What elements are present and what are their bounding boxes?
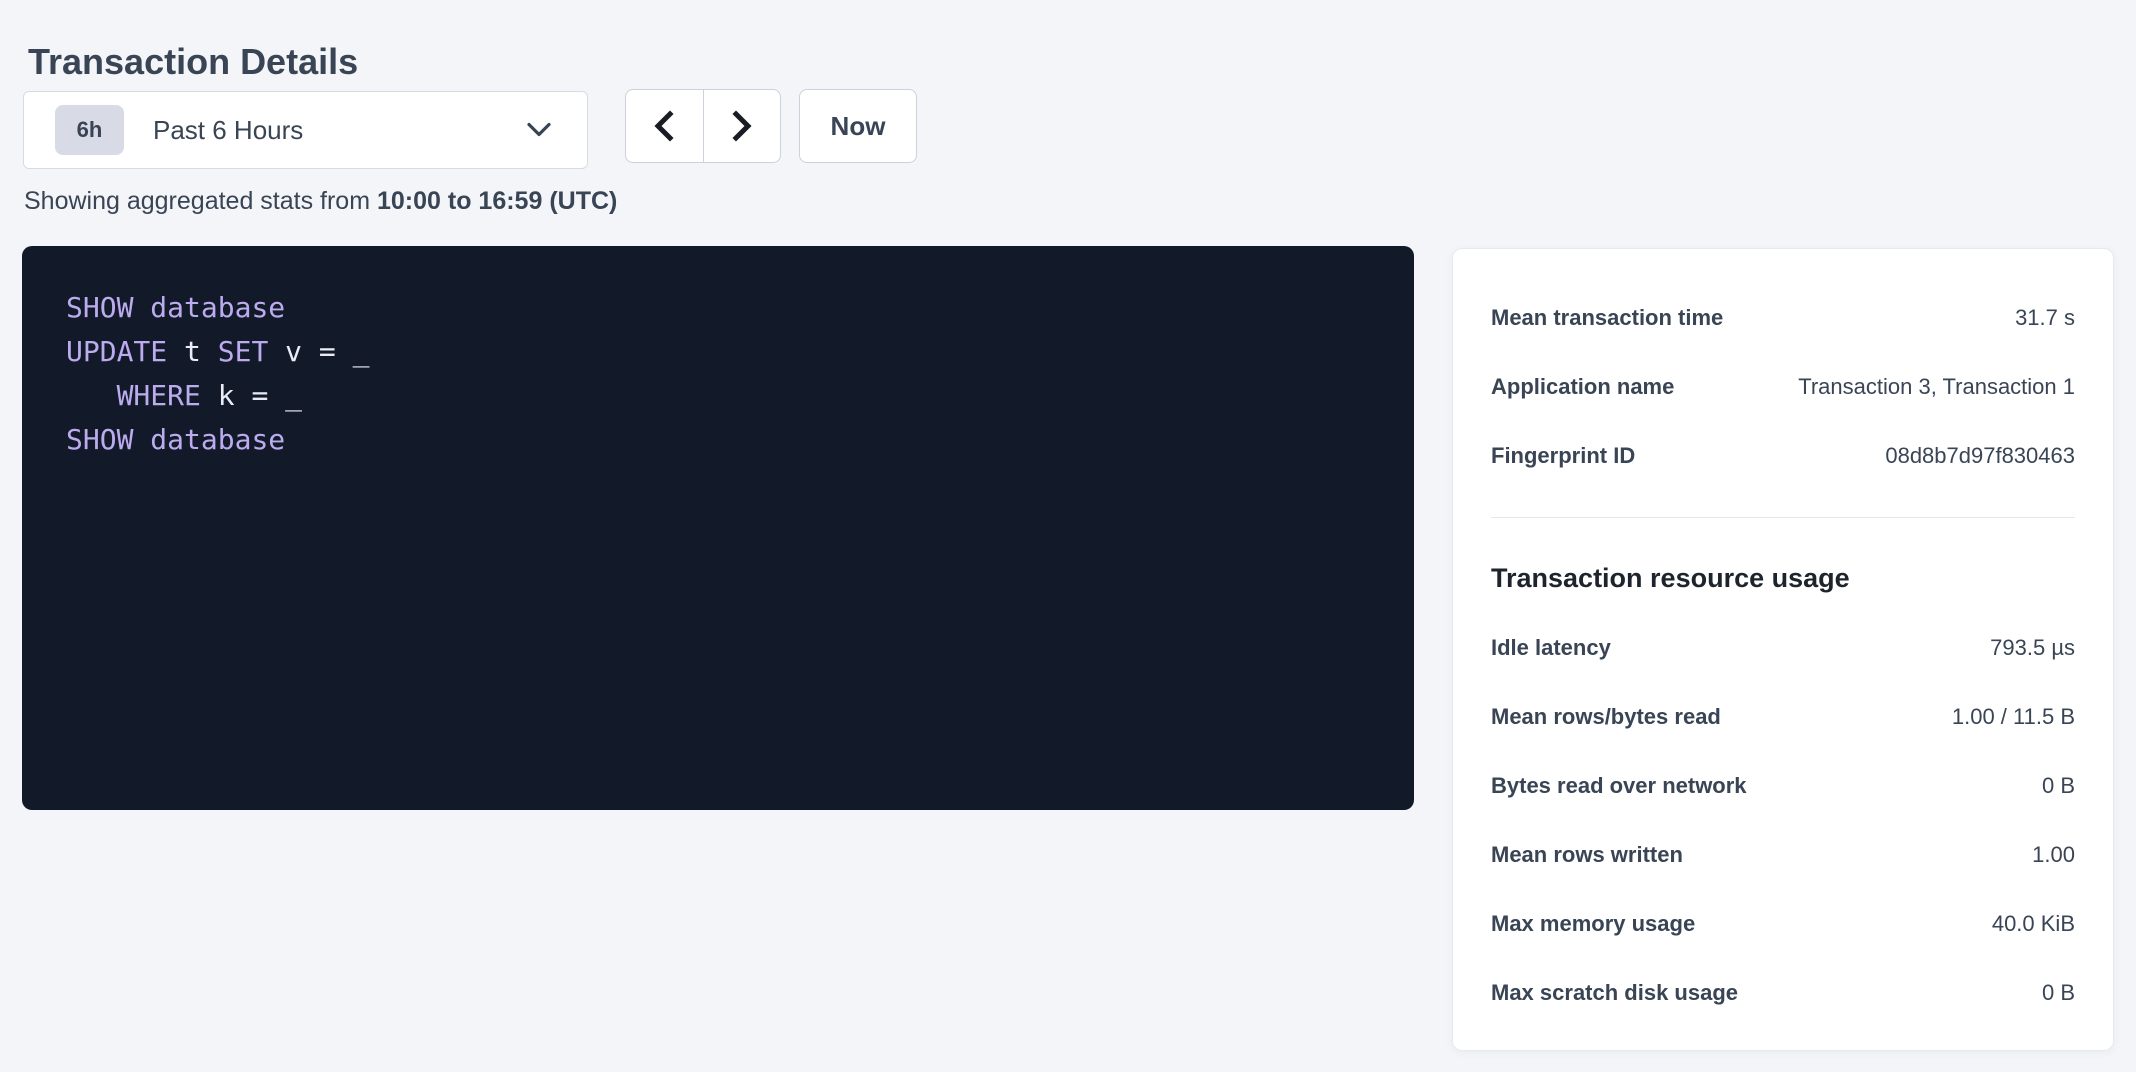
stat-label: Application name xyxy=(1491,374,1674,400)
stat-row-application-name: Application name Transaction 3, Transact… xyxy=(1491,352,2075,421)
sql-token: = _ xyxy=(319,335,370,368)
sql-line: WHERE k = _ xyxy=(66,374,1370,418)
sql-line: SHOW database xyxy=(66,418,1370,462)
sql-token: t xyxy=(184,335,218,368)
sql-token: v xyxy=(285,335,319,368)
stat-row-mean-transaction-time: Mean transaction time 31.7 s xyxy=(1491,283,2075,352)
stat-row-fingerprint-id: Fingerprint ID 08d8b7d97f830463 xyxy=(1491,421,2075,490)
stat-value: 1.00 xyxy=(2032,842,2075,868)
sql-token: k xyxy=(218,379,252,412)
chevron-right-icon xyxy=(729,110,755,142)
stat-row-max-scratch-disk-usage: Max scratch disk usage 0 B xyxy=(1491,958,2075,1027)
sql-token: SHOW xyxy=(66,291,150,324)
stat-value: 0 B xyxy=(2042,773,2075,799)
caption-time-range: 10:00 to 16:59 (UTC) xyxy=(377,187,617,215)
stat-row-mean-rows-written: Mean rows written 1.00 xyxy=(1491,820,2075,889)
chevron-down-icon xyxy=(527,123,551,138)
stat-row-mean-rows-bytes-read: Mean rows/bytes read 1.00 / 11.5 B xyxy=(1491,682,2075,751)
stat-value: 31.7 s xyxy=(2015,305,2075,331)
stat-value: 793.5 µs xyxy=(1990,635,2075,661)
sql-token: WHERE xyxy=(117,379,218,412)
sql-token: database xyxy=(150,291,285,324)
stat-label: Mean transaction time xyxy=(1491,305,1723,331)
previous-time-window-button[interactable] xyxy=(626,90,704,162)
aggregated-stats-caption: Showing aggregated stats from 10:00 to 1… xyxy=(24,187,617,216)
sql-line: UPDATE t SET v = _ xyxy=(66,330,1370,374)
stat-label: Mean rows/bytes read xyxy=(1491,704,1721,730)
sql-token: UPDATE xyxy=(66,335,184,368)
now-button[interactable]: Now xyxy=(799,89,917,163)
time-range-label: Past 6 Hours xyxy=(153,115,303,146)
stat-label: Mean rows written xyxy=(1491,842,1683,868)
stat-label: Bytes read over network xyxy=(1491,773,1747,799)
next-time-window-button[interactable] xyxy=(704,90,781,162)
page-title: Transaction Details xyxy=(28,40,358,83)
stat-label: Fingerprint ID xyxy=(1491,443,1635,469)
resource-usage-heading: Transaction resource usage xyxy=(1491,562,2075,594)
sql-line: SHOW database xyxy=(66,286,1370,330)
transaction-details-page: Transaction Details 6h Past 6 Hours xyxy=(0,0,2136,1072)
stat-row-idle-latency: Idle latency 793.5 µs xyxy=(1491,613,2075,682)
sql-token: SET xyxy=(218,335,285,368)
stat-row-bytes-read-over-network: Bytes read over network 0 B xyxy=(1491,751,2075,820)
stat-value: 40.0 KiB xyxy=(1992,911,2075,937)
time-range-dropdown[interactable]: 6h Past 6 Hours xyxy=(23,91,588,169)
stat-value: 0 B xyxy=(2042,980,2075,1006)
caption-prefix: Showing aggregated stats from xyxy=(24,187,370,215)
sql-token: database xyxy=(150,423,285,456)
sql-token xyxy=(66,379,117,412)
stat-value: 08d8b7d97f830463 xyxy=(1885,443,2075,469)
stat-row-max-memory-usage: Max memory usage 40.0 KiB xyxy=(1491,889,2075,958)
time-range-badge: 6h xyxy=(55,105,124,155)
time-window-nav-group xyxy=(625,89,781,163)
sql-token: = _ xyxy=(251,379,302,412)
stat-label: Max scratch disk usage xyxy=(1491,980,1738,1006)
stat-label: Idle latency xyxy=(1491,635,1611,661)
stat-value: 1.00 / 11.5 B xyxy=(1952,704,2075,730)
stat-value: Transaction 3, Transaction 1 xyxy=(1798,374,2075,400)
sql-statement-box: SHOW database UPDATE t SET v = _ WHERE k… xyxy=(22,246,1414,810)
chevron-left-icon xyxy=(651,110,677,142)
card-divider xyxy=(1491,517,2075,518)
sql-token: SHOW xyxy=(66,423,150,456)
transaction-details-card: Mean transaction time 31.7 s Application… xyxy=(1452,248,2114,1051)
resource-rows: Idle latency 793.5 µs Mean rows/bytes re… xyxy=(1491,613,2075,1027)
stat-label: Max memory usage xyxy=(1491,911,1695,937)
